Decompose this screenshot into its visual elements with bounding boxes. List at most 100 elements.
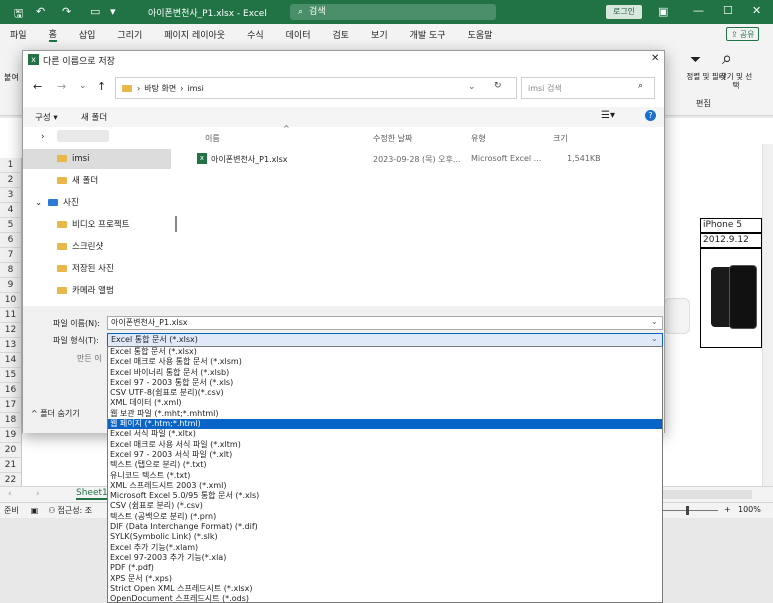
ribbon-display-icon[interactable]: ▣ [658,5,668,18]
horizontal-scrollbar[interactable] [662,490,752,499]
undo-icon[interactable]: ↶ [36,5,45,18]
filetype-option[interactable]: XML 데이터 (*.xml) [108,398,662,408]
filetype-select[interactable]: Excel 통합 문서 (*.xlsx) [107,333,663,347]
filetype-option[interactable]: PDF (*.pdf) [108,563,662,573]
back-icon[interactable]: ← [33,80,42,93]
filetype-option[interactable]: XML 스프레드시트 2003 (*.xml) [108,481,662,491]
white-iphone-image[interactable] [664,298,690,334]
zoom-in-icon[interactable]: + [724,505,731,514]
row-header[interactable]: 20 [0,443,22,458]
breadcrumb-imsi[interactable]: imsi [187,84,203,93]
collapse-chevron-icon[interactable]: ⌄ [35,198,42,208]
cell-iphone5[interactable]: iPhone 5 [700,218,762,233]
cell-date[interactable]: 2012.9.12 [700,233,762,248]
customize-qat-icon[interactable]: ▾ [110,5,116,18]
row-header[interactable]: 13 [0,338,22,353]
row-header[interactable]: 8 [0,263,22,278]
folder-search-input[interactable]: imsi 검색 ⌕ [521,77,655,99]
nav-item-saved-pictures[interactable]: 저장된 사진 [23,259,171,279]
organize-button[interactable]: 구성 ▾ [35,111,58,123]
row-header[interactable]: 10 [0,293,22,308]
filetype-option[interactable]: Excel 매크로 사용 서식 파일 (*.xltm) [108,440,662,450]
view-options-icon[interactable]: ☰▾ [601,110,615,121]
filetype-option[interactable]: Microsoft Excel 5.0/95 통합 문서 (*.xls) [108,491,662,501]
filetype-option[interactable]: 웹 보관 파일 (*.mht;*.mhtml) [108,409,662,419]
row-header[interactable]: 1 [0,158,22,173]
column-type[interactable]: 유형 [471,133,486,144]
file-row[interactable]: x 아이폰변천사_P1.xlsx 2023-09-28 (목) 오후... Mi… [181,153,651,167]
filename-input[interactable]: 아이폰변천사_P1.xlsx [107,316,663,330]
filetype-option[interactable]: Excel 서식 파일 (*.xltx) [108,429,662,439]
row-header[interactable]: 3 [0,188,22,203]
filetype-option[interactable]: CSV (쉼표로 분리) (*.csv) [108,501,662,511]
new-doc-icon[interactable]: ▭ [90,5,100,18]
filetype-option[interactable]: SYLK(Symbolic Link) (*.slk) [108,532,662,542]
row-header[interactable]: 9 [0,278,22,293]
tab-scroll-right-icon[interactable]: › [36,489,40,499]
filetype-option[interactable]: DIF (Data Interchange Format) (*.dif) [108,522,662,532]
tab-formulas[interactable]: 수식 [247,28,264,41]
address-bar[interactable]: › 바탕 화면 › imsi ⌄ ↻ [115,77,517,99]
breadcrumb-desktop[interactable]: 바탕 화면 [144,83,176,94]
tab-file[interactable]: 파일 [10,28,27,41]
row-header[interactable]: 19 [0,428,22,443]
filetype-option[interactable]: 유니코드 텍스트 (*.txt) [108,471,662,481]
find-select-label[interactable]: 찾기 및 선택 [718,72,754,90]
column-size[interactable]: 크기 [553,133,568,144]
tab-review[interactable]: 검토 [332,28,349,41]
help-icon[interactable]: ? [645,110,656,121]
address-dropdown-icon[interactable]: ⌄ [468,82,476,92]
share-button[interactable]: ⇪ 공유 [726,27,760,41]
maximize-icon[interactable]: ☐ [723,4,733,17]
nav-item-video-projects[interactable]: 비디오 프로젝트 [23,215,171,235]
nav-pane-scrollbar[interactable] [175,216,177,232]
row-header[interactable]: 14 [0,353,22,368]
tab-page-layout[interactable]: 페이지 레이아웃 [164,28,225,41]
row-header[interactable]: 17 [0,398,22,413]
tab-insert[interactable]: 삽입 [79,28,96,41]
tab-draw[interactable]: 그리기 [117,28,142,41]
nav-item-new-folder[interactable]: 새 폴더 [23,171,171,191]
row-header[interactable]: 4 [0,203,22,218]
nav-item-pictures[interactable]: ⌄ 사진 [23,193,171,213]
blurred-nav-item[interactable] [57,130,109,142]
tab-developer[interactable]: 개발 도구 [410,28,446,41]
filetype-option[interactable]: Excel 통합 문서 (*.xlsx) [108,347,662,357]
hide-folders-button[interactable]: ^ 폴더 숨기기 [31,408,80,419]
filetype-dropdown-icon[interactable]: ⌄ [651,334,658,343]
column-name[interactable]: 이름 [205,133,220,144]
up-folder-icon[interactable]: ↑ [97,80,106,93]
tab-help[interactable]: 도움말 [468,28,493,41]
row-header[interactable]: 6 [0,233,22,248]
filetype-option[interactable]: 텍스트 (탭으로 분리) (*.txt) [108,460,662,470]
row-header[interactable]: 11 [0,308,22,323]
nav-item-imsi[interactable]: imsi [23,149,171,169]
paste-label[interactable]: 붙여 [4,72,19,83]
filename-dropdown-icon[interactable]: ⌄ [651,317,658,326]
sort-filter-icon[interactable]: ⏷ [690,52,701,68]
dialog-close-icon[interactable]: ✕ [651,53,659,64]
column-date[interactable]: 수정한 날짜 [373,133,412,144]
row-header[interactable]: 16 [0,383,22,398]
macro-record-icon[interactable]: ▣ [31,506,39,515]
row-header[interactable]: 12 [0,323,22,338]
close-window-icon[interactable]: ✕ [752,4,761,17]
tab-scroll-left-icon[interactable]: ‹ [8,489,12,499]
row-header[interactable]: 21 [0,458,22,473]
filetype-option[interactable]: OpenDocument 스프레드시트 (*.ods) [108,594,662,603]
nav-item-camera-roll[interactable]: 카메라 앨범 [23,281,171,301]
zoom-slider-thumb[interactable] [686,506,689,515]
filetype-option[interactable]: CSV UTF-8(쉼표로 분리)(*.csv) [108,388,662,398]
forward-icon[interactable]: → [57,80,66,93]
filetype-option[interactable]: XPS 문서 (*.xps) [108,574,662,584]
filetype-option[interactable]: Excel 97 - 2003 통합 문서 (*.xls) [108,378,662,388]
recent-locations-icon[interactable]: ⌄ [79,81,87,91]
row-header[interactable]: 2 [0,173,22,188]
row-header[interactable]: 18 [0,413,22,428]
nav-item-screenshots[interactable]: 스크린샷 [23,237,171,257]
filetype-option[interactable]: Strict Open XML 스프레드시트 (*.xlsx) [108,584,662,594]
filetype-option[interactable]: Excel 바이너리 통합 문서 (*.xlsb) [108,368,662,378]
expand-chevron-icon[interactable]: › [41,132,45,142]
filetype-option[interactable]: Excel 추가 기능(*.xlam) [108,543,662,553]
refresh-icon[interactable]: ↻ [494,81,502,91]
